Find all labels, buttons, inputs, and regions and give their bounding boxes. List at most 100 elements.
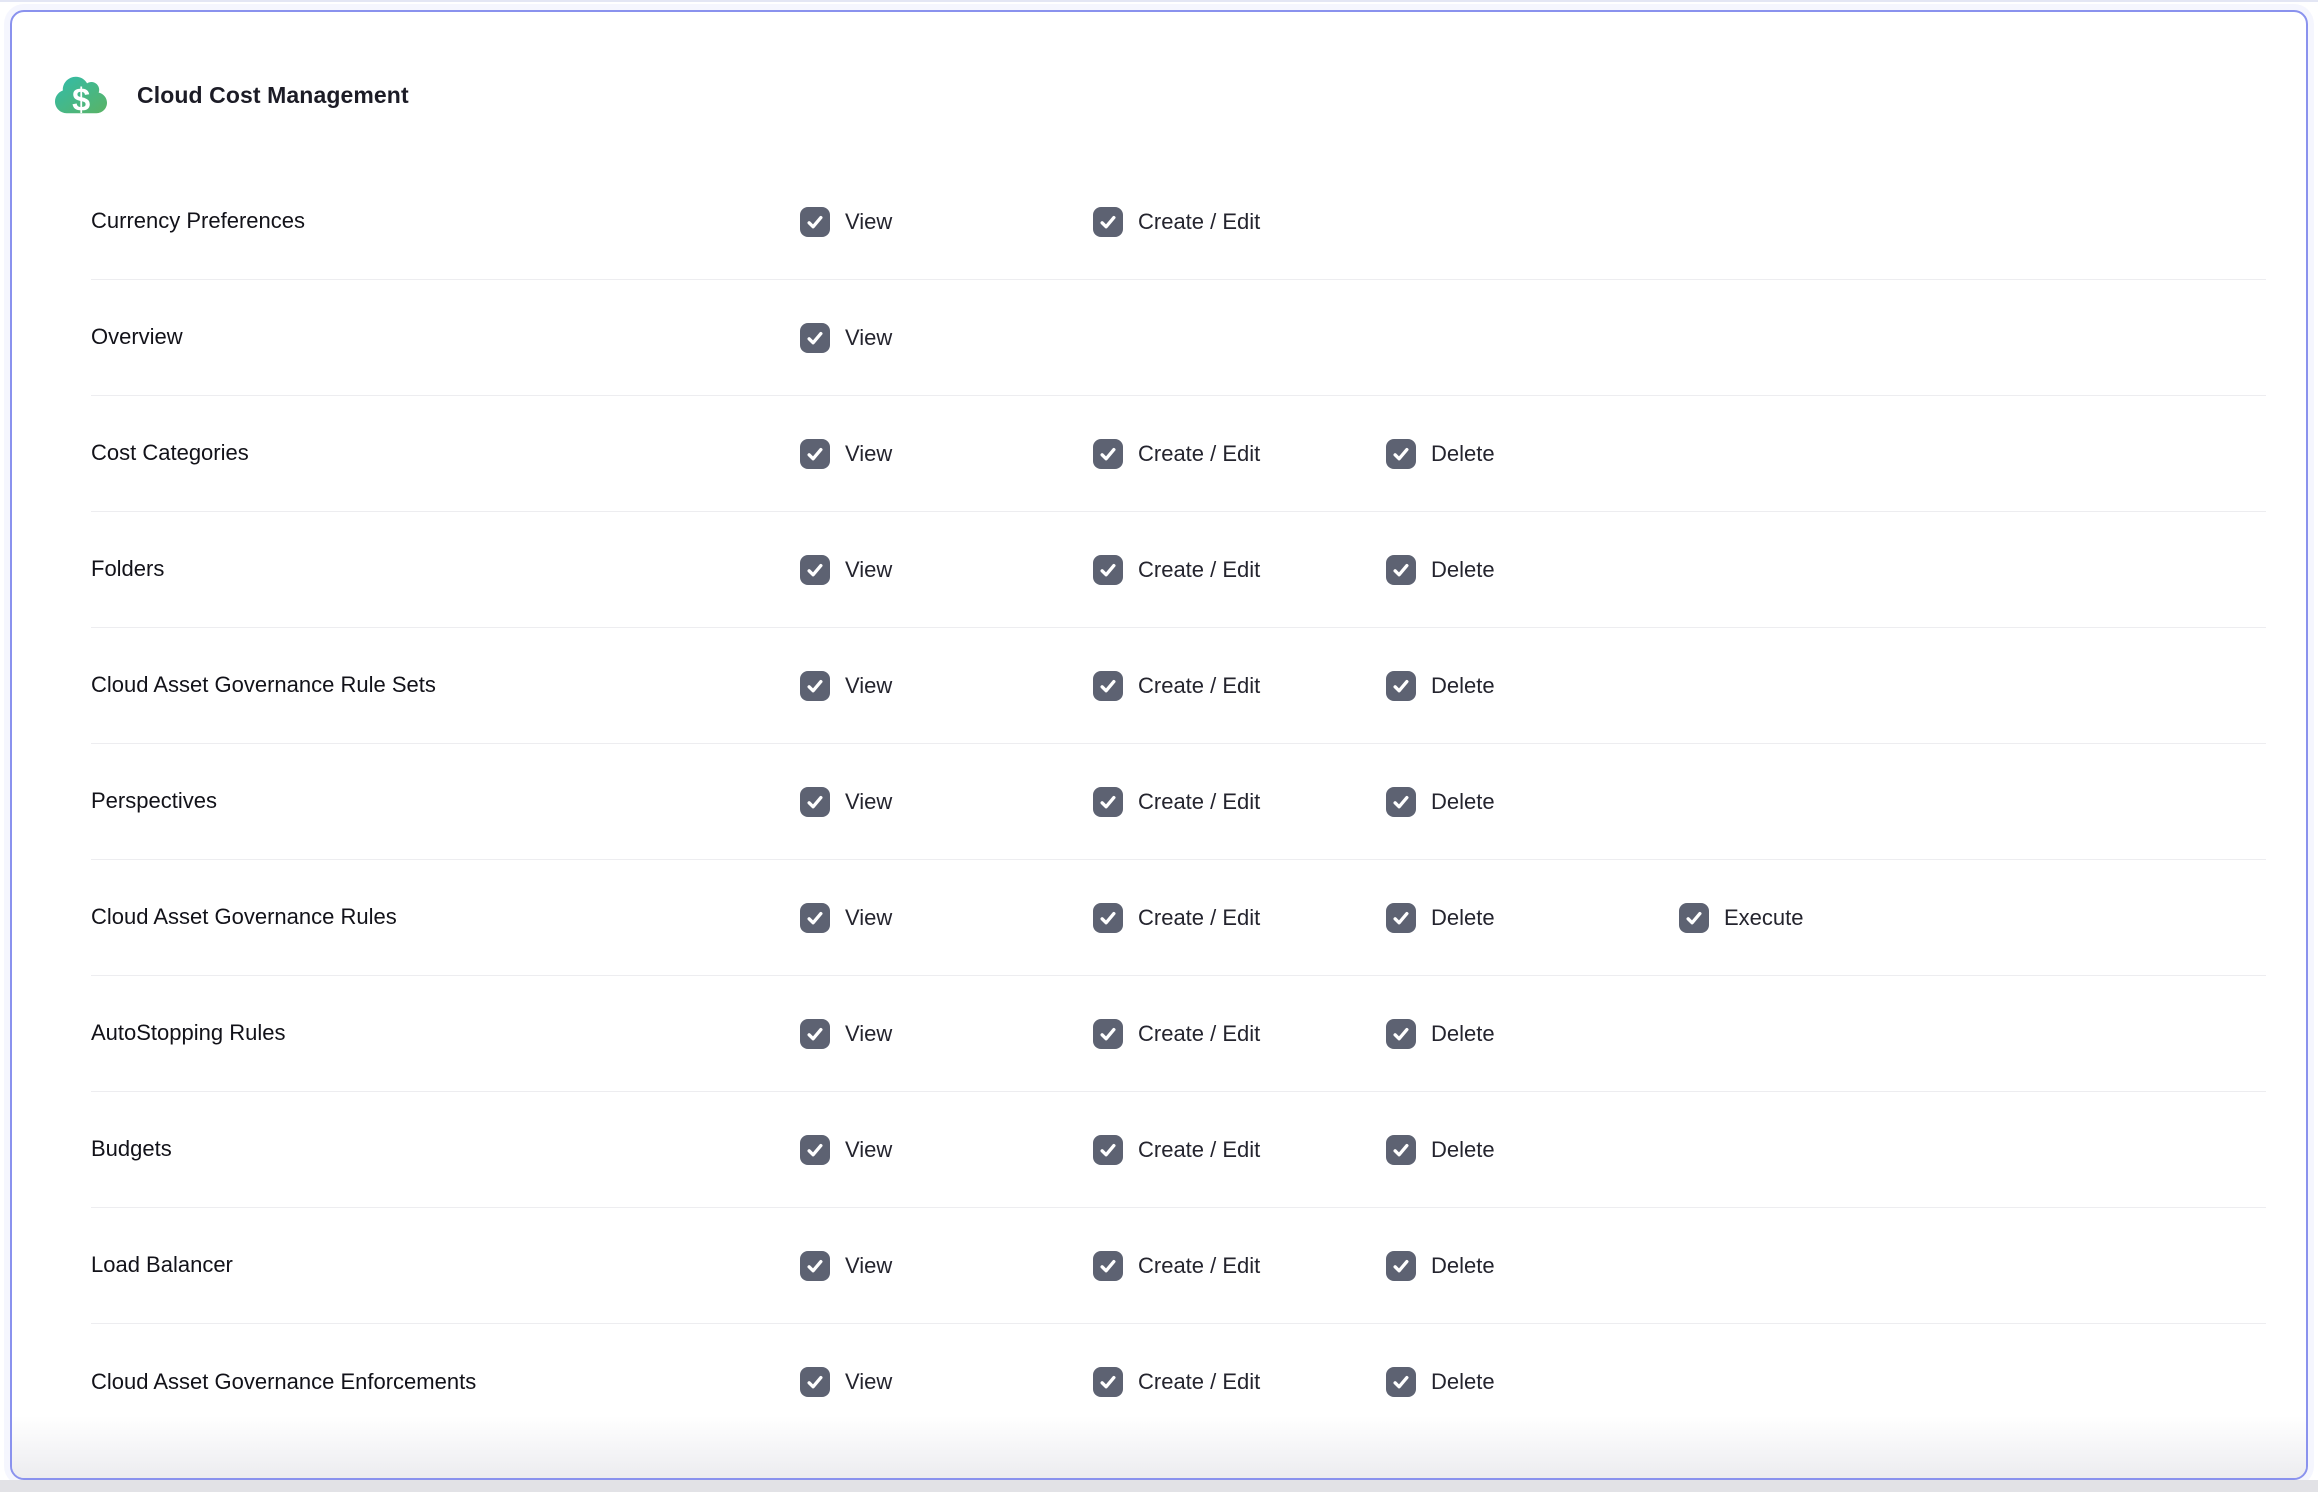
permission-cell: Create / Edit [1093,671,1386,701]
view-checkbox[interactable] [800,1019,830,1049]
view-checkbox-label: View [845,209,892,235]
permission-cell: Create / Edit [1093,207,1386,237]
checkmark-icon [1390,1023,1412,1045]
delete-checkbox[interactable] [1386,555,1416,585]
delete-checkbox[interactable] [1386,1135,1416,1165]
table-row: Perspectives View Create / Edit Delete [91,744,2266,860]
permission-cell: Create / Edit [1093,903,1386,933]
permission-cell: Create / Edit [1093,1367,1386,1397]
view-checkbox[interactable] [800,1367,830,1397]
permission-cell: View [800,1019,1093,1049]
view-checkbox-label: View [845,789,892,815]
view-checkbox-label: View [845,557,892,583]
checkmark-icon [804,559,826,581]
panel-header: $ Cloud Cost Management [12,12,2306,122]
create-edit-checkbox[interactable] [1093,555,1123,585]
view-checkbox[interactable] [800,903,830,933]
permission-cell: View [800,903,1093,933]
checkmark-icon [1390,1255,1412,1277]
permission-cell: Delete [1386,787,1679,817]
delete-checkbox[interactable] [1386,1251,1416,1281]
execute-checkbox[interactable] [1679,903,1709,933]
create-edit-checkbox[interactable] [1093,207,1123,237]
create-edit-checkbox-label: Create / Edit [1138,789,1260,815]
cloud-dollar-icon: $ [55,74,107,116]
permission-cell: Create / Edit [1093,1019,1386,1049]
view-checkbox[interactable] [800,671,830,701]
checkmark-icon [1097,907,1119,929]
view-checkbox-label: View [845,325,892,351]
checkmark-icon [1390,675,1412,697]
view-checkbox[interactable] [800,323,830,353]
checkmark-icon [1390,1371,1412,1393]
permission-cell: View [800,555,1093,585]
checkmark-icon [804,443,826,465]
delete-checkbox[interactable] [1386,903,1416,933]
view-checkbox[interactable] [800,1135,830,1165]
page-bottom-strip [0,1480,2318,1492]
execute-checkbox-label: Execute [1724,905,1804,931]
permission-group-label: Cloud Asset Governance Rule Sets [91,672,800,698]
permission-cell: Create / Edit [1093,1251,1386,1281]
checkmark-icon [1390,559,1412,581]
delete-checkbox-label: Delete [1431,1137,1495,1163]
delete-checkbox[interactable] [1386,671,1416,701]
permission-cell: Delete [1386,1019,1679,1049]
permission-cell: View [800,439,1093,469]
view-checkbox[interactable] [800,555,830,585]
permission-group-label: Cloud Asset Governance Rules [91,904,800,930]
create-edit-checkbox[interactable] [1093,1019,1123,1049]
checkmark-icon [1097,443,1119,465]
permission-cell: View [800,1135,1093,1165]
table-row: Cloud Asset Governance EnforcementsViewC… [91,1324,2266,1440]
create-edit-checkbox[interactable] [1093,1135,1123,1165]
create-edit-checkbox[interactable] [1093,903,1123,933]
create-edit-checkbox[interactable] [1093,671,1123,701]
view-checkbox-label: View [845,441,892,467]
create-edit-checkbox-label: Create / Edit [1138,557,1260,583]
create-edit-checkbox[interactable] [1093,439,1123,469]
permission-cell: Execute [1679,903,2266,933]
checkmark-icon [1097,1023,1119,1045]
checkmark-icon [1097,1139,1119,1161]
permission-cell: Delete [1386,903,1679,933]
create-edit-checkbox-label: Create / Edit [1138,1137,1260,1163]
view-checkbox-label: View [845,1137,892,1163]
view-checkbox[interactable] [800,787,830,817]
checkmark-icon [1097,675,1119,697]
view-checkbox-label: View [845,673,892,699]
create-edit-checkbox-label: Create / Edit [1138,1021,1260,1047]
permission-group-label: Load Balancer [91,1252,800,1278]
table-row: Cloud Asset Governance Rule Sets View Crea… [91,628,2266,744]
svg-text:$: $ [72,81,90,116]
checkmark-icon [1390,443,1412,465]
checkmark-icon [804,1023,826,1045]
permission-cell: View [800,1367,1093,1397]
table-row: FoldersViewCreate / EditDelete [91,512,2266,628]
delete-checkbox-label: Delete [1431,789,1495,815]
view-checkbox-label: View [845,1369,892,1395]
table-row: Cost CategoriesViewCreate / EditDelete [91,396,2266,512]
delete-checkbox-label: Delete [1431,1369,1495,1395]
create-edit-checkbox[interactable] [1093,1251,1123,1281]
view-checkbox[interactable] [800,207,830,237]
delete-checkbox[interactable] [1386,439,1416,469]
table-row: Load BalancerViewCreate / EditDelete [91,1208,2266,1324]
view-checkbox[interactable] [800,1251,830,1281]
permissions-list: Currency PreferencesViewCreate / EditOve… [12,164,2306,1440]
checkmark-icon [804,1255,826,1277]
delete-checkbox[interactable] [1386,787,1416,817]
table-row: OverviewView [91,280,2266,396]
checkmark-icon [1097,791,1119,813]
delete-checkbox[interactable] [1386,1367,1416,1397]
permission-group-label: Folders [91,556,800,582]
create-edit-checkbox[interactable] [1093,1367,1123,1397]
view-checkbox-label: View [845,1253,892,1279]
create-edit-checkbox[interactable] [1093,787,1123,817]
checkmark-icon [804,1371,826,1393]
permission-group-label: Perspectives [91,788,800,814]
delete-checkbox[interactable] [1386,1019,1416,1049]
create-edit-checkbox-label: Create / Edit [1138,441,1260,467]
view-checkbox[interactable] [800,439,830,469]
permission-group-label: Cost Categories [91,440,800,466]
